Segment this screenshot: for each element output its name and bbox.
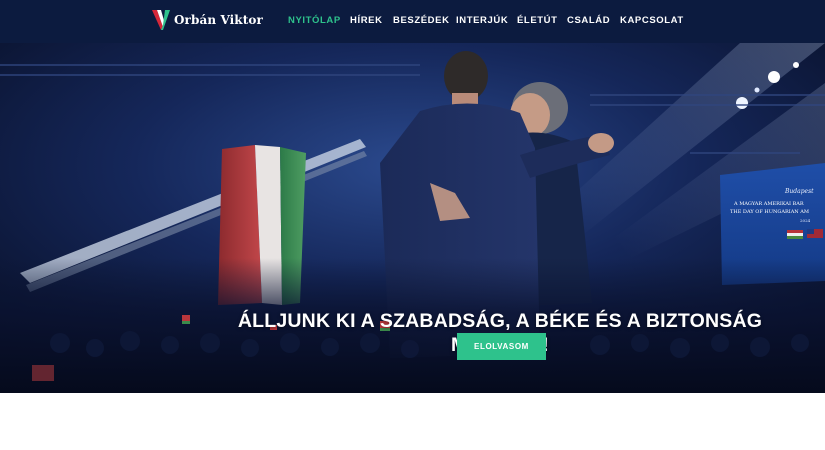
nav-item-nyitolap[interactable]: NYITÓLAP (288, 15, 341, 26)
nav-item-csalad[interactable]: CSALÁD (567, 15, 610, 26)
read-more-button[interactable]: ELOLVASOM (457, 333, 546, 360)
screen-text-city: Budapest (784, 188, 814, 195)
screen-text-line2: THE DAY OF HUNGARIAN AM (730, 209, 809, 215)
top-navbar: Orbán Viktor NYITÓLAP HÍREK BESZÉDEK INT… (0, 0, 825, 43)
nav-item-kapcsolat[interactable]: KAPCSOLAT (620, 15, 684, 26)
nav-item-hirek[interactable]: HÍREK (350, 15, 383, 26)
site-logo[interactable]: Orbán Viktor (152, 10, 263, 30)
nav-item-eletut[interactable]: ÉLETÚT (517, 15, 558, 26)
nav-item-interjuk[interactable]: INTERJÚK (456, 15, 508, 26)
hero-banner: Budapest A MAGYAR AMERIKAI BAR THE DAY O… (0, 43, 825, 393)
v-logo-icon (152, 10, 170, 30)
screen-text-line1: A MAGYAR AMERIKAI BAR (733, 201, 804, 207)
hero-headline-line1: ÁLLJUNK KI A SZABADSÁG, A BÉKE ÉS A BIZT… (237, 310, 763, 332)
brand-name: Orbán Viktor (174, 13, 263, 27)
nav-item-beszedek[interactable]: BESZÉDEK (393, 15, 450, 26)
content-area (0, 393, 825, 450)
screen-text-year: 2024 (800, 218, 811, 223)
